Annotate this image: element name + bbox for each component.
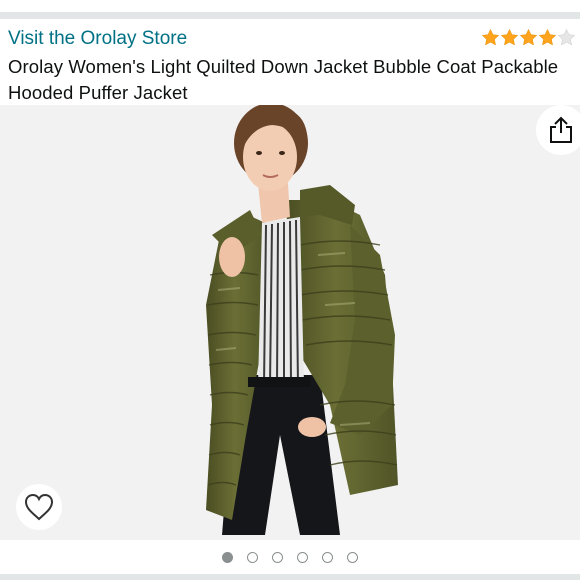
star-icon <box>500 28 519 45</box>
product-image-carousel[interactable] <box>0 105 580 540</box>
visit-store-link[interactable]: Visit the Orolay Store <box>8 27 187 51</box>
bottom-divider-bar <box>0 574 580 580</box>
carousel-dot[interactable] <box>272 551 283 563</box>
share-icon <box>550 116 572 143</box>
product-photo <box>206 105 398 535</box>
star-icon <box>481 28 500 45</box>
star-empty-icon <box>557 28 576 45</box>
carousel-dot[interactable] <box>247 551 258 563</box>
star-rating[interactable] <box>481 26 576 48</box>
star-icon <box>538 28 557 45</box>
carousel-dot[interactable] <box>347 551 358 563</box>
carousel-indicator <box>0 540 580 574</box>
carousel-dot[interactable] <box>297 551 308 563</box>
product-title: Orolay Women's Light Quilted Down Jacket… <box>8 56 559 103</box>
wishlist-button[interactable] <box>16 484 62 530</box>
star-icon <box>519 28 538 45</box>
heart-icon <box>24 493 54 521</box>
carousel-dot[interactable] <box>322 551 333 563</box>
share-button[interactable] <box>536 105 580 155</box>
carousel-dot[interactable] <box>222 551 233 563</box>
top-divider-bar <box>0 0 580 20</box>
